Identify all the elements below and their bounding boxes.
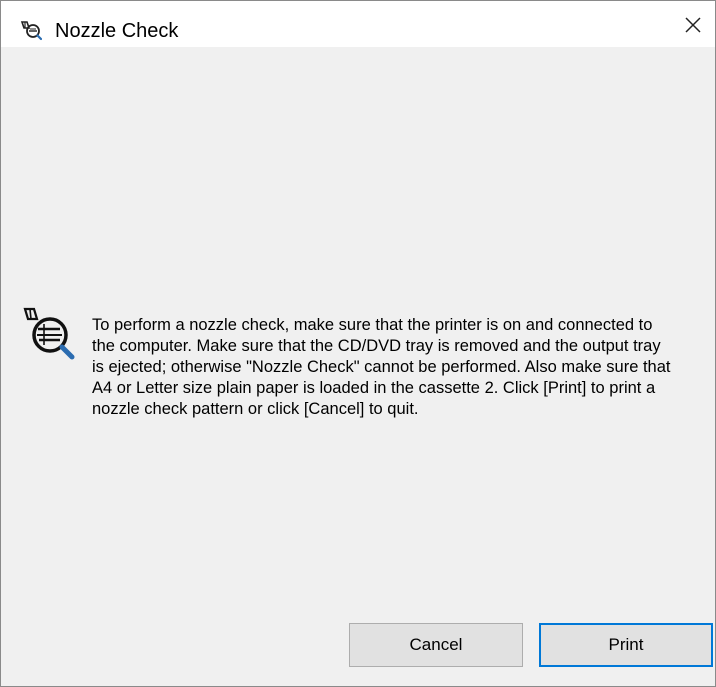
close-button[interactable]: [671, 7, 715, 47]
nozzle-check-dialog: Nozzle Check To perform a nozzle check,: [0, 0, 716, 687]
window-title: Nozzle Check: [55, 20, 179, 42]
printer-nozzle-magnifier-icon: [22, 305, 78, 361]
message-text: To perform a nozzle check, make sure tha…: [92, 316, 671, 418]
title-bar[interactable]: Nozzle Check: [1, 1, 715, 47]
close-icon: [684, 16, 702, 39]
dialog-body: To perform a nozzle check, make sure tha…: [1, 47, 715, 686]
printer-nozzle-icon: [20, 19, 43, 41]
print-button[interactable]: Print: [539, 623, 713, 667]
cancel-button[interactable]: Cancel: [349, 623, 523, 667]
